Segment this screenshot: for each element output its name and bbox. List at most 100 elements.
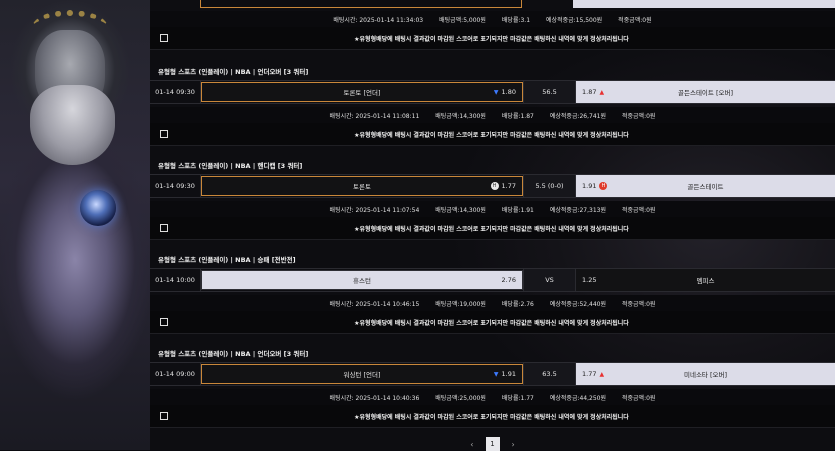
bet-odds: 배당률:1.87	[501, 112, 534, 120]
away-selection[interactable]: 1.87 ▲ 골든스테이트 [오버]	[576, 81, 835, 103]
home-selection[interactable]: 토론토 [언더] ▼ 1.80	[201, 82, 523, 102]
bet-info-row: 배팅시간: 2025-01-14 10:40:36 배팅금액:25,000원 배…	[150, 389, 835, 405]
away-odds: 1.25	[582, 276, 597, 284]
game-time: 01-14 09:30	[150, 81, 201, 103]
bet-amount: 배팅금액:25,000원	[435, 394, 486, 402]
away-odds: 1.77	[582, 370, 597, 378]
notice-row: ★유형형배당에 배팅시 결과값이 마감된 스코어로 표기되지만 마감값은 배팅하…	[150, 217, 835, 240]
home-odds: 1.77	[501, 182, 516, 190]
select-checkbox[interactable]	[160, 318, 168, 326]
home-team: 워싱턴 [언더]	[343, 371, 381, 379]
away-selection[interactable]: 1.91 H 골든스테이트	[576, 175, 835, 197]
home-selection[interactable]: 토론토 H 1.77	[201, 176, 523, 196]
home-selection[interactable]: 워싱턴 [언더] ▼ 1.91	[201, 364, 523, 384]
handicap-value: 5.5 (0-0)	[523, 175, 576, 197]
next-page-icon[interactable]: ›	[512, 440, 515, 449]
game-time: 01-14 09:30	[150, 175, 201, 197]
prev-page-icon[interactable]: ‹	[470, 440, 473, 449]
notice-text: ★유형형배당에 배팅시 결과값이 마감된 스코어로 표기되지만 마감값은 배팅하…	[354, 413, 629, 421]
select-checkbox[interactable]	[160, 34, 168, 42]
handicap-value: 56.5	[523, 81, 576, 103]
versus-label: VS	[523, 269, 576, 291]
away-selection[interactable]: 1.77 ▲ 미네소타 [오버]	[576, 363, 835, 385]
handicap-badge-icon: H	[599, 182, 608, 190]
notice-text: ★유형형배당에 배팅시 결과값이 마감된 스코어로 표기되지만 마감값은 배팅하…	[354, 225, 629, 233]
game-row: 01-14 09:00 워싱턴 [언더] ▼ 1.91 63.5 1.77 ▲ 미네…	[150, 362, 835, 386]
notice-text: ★유형형배당에 배팅시 결과값이 마감된 스코어로 표기되지만 마감값은 배팅하…	[354, 131, 629, 139]
away-team: 멤피스	[696, 277, 715, 285]
home-team: 토론토	[353, 183, 371, 191]
home-team: 토론토 [언더]	[343, 89, 381, 97]
pagination: ‹ 1 ›	[150, 437, 835, 451]
home-odds: 1.80	[501, 88, 516, 96]
bet-header: 유형형 스포츠 (인플레이) | NBA | 언더오버 [3 쿼터]	[158, 68, 309, 76]
background-artwork	[0, 0, 150, 450]
bet-time: 배팅시간: 2025-01-14 10:46:15	[329, 300, 420, 308]
home-odds: 1.91	[501, 370, 516, 378]
bet-time: 배팅시간: 2025-01-14 11:34:03	[333, 16, 424, 24]
away-selection[interactable]: 1.25 멤피스	[576, 269, 835, 291]
bet-entry: 유형형 스포츠 (인플레이) | NBA | 핸디캡 [3 쿼터] 01-14 …	[150, 158, 835, 240]
handicap-badge-icon: H	[490, 182, 499, 190]
won-amount: 적중금액:0원	[622, 112, 656, 120]
game-row: 01-14 09:30 토론토 [언더] ▼ 1.80 56.5 1.87 ▲ 골든…	[150, 80, 835, 104]
select-checkbox[interactable]	[160, 130, 168, 138]
bet-info-row: 배팅시간: 2025-01-14 11:34:03 배팅금액:5,000원 배당…	[150, 11, 835, 27]
expected-payout: 예상적중금:52,440원	[549, 300, 606, 308]
bet-info-row: 배팅시간: 2025-01-14 11:08:11 배팅금액:14,300원 배…	[150, 107, 835, 123]
arrow-down-icon: ▼	[493, 370, 499, 378]
away-odds: 1.87	[582, 88, 597, 96]
away-team: 골든스테이트 [오버]	[678, 89, 733, 97]
home-selection[interactable]: 휴스턴 2.76	[201, 270, 523, 290]
expected-payout: 예상적중금:44,250원	[549, 394, 606, 402]
bet-amount: 배팅금액:14,300원	[435, 112, 486, 120]
expected-payout: 예상적중금:15,500원	[546, 16, 603, 24]
bet-odds: 배당률:1.77	[501, 394, 534, 402]
arrow-down-icon: ▼	[493, 88, 499, 96]
bet-entry: 유형형 스포츠 (인플레이) | NBA | 언더오버 [3 쿼터] 01-14…	[150, 346, 835, 428]
won-amount: 적중금액:0원	[618, 16, 652, 24]
game-row: 01-14 09:30 토론토 H 1.77 5.5 (0-0) 1.91 H 골든…	[150, 174, 835, 198]
expected-payout: 예상적중금:26,741원	[549, 112, 606, 120]
bet-time: 배팅시간: 2025-01-14 10:40:36	[329, 394, 420, 402]
home-odds: 2.76	[501, 276, 516, 284]
bet-header: 유형형 스포츠 (인플레이) | NBA | 언더오버 [3 쿼터]	[158, 350, 309, 358]
bet-time: 배팅시간: 2025-01-14 11:08:11	[329, 112, 420, 120]
bet-header: 유형형 스포츠 (인플레이) | NBA | 핸디캡 [3 쿼터]	[158, 162, 303, 170]
notice-text: ★유형형배당에 배팅시 결과값이 마감된 스코어로 표기되지만 마감값은 배팅하…	[354, 35, 629, 43]
select-checkbox[interactable]	[160, 412, 168, 420]
bet-history-list: 배팅시간: 2025-01-14 11:34:03 배팅금액:5,000원 배당…	[150, 0, 835, 451]
bet-odds: 배당률:1.91	[501, 206, 534, 214]
bet-header: 유형형 스포츠 (인플레이) | NBA | 승패 [전반전]	[158, 256, 296, 264]
bet-info-row: 배팅시간: 2025-01-14 10:46:15 배팅금액:19,000원 배…	[150, 295, 835, 311]
bet-entry: 유형형 스포츠 (인플레이) | NBA | 승패 [전반전] 01-14 10…	[150, 252, 835, 334]
notice-row: ★유형형배당에 배팅시 결과값이 마감된 스코어로 표기되지만 마감값은 배팅하…	[150, 27, 835, 50]
bet-amount: 배팅금액:5,000원	[439, 16, 486, 24]
bet-odds: 배당률:3.1	[501, 16, 531, 24]
select-checkbox[interactable]	[160, 224, 168, 232]
won-amount: 적중금액:0원	[622, 206, 656, 214]
game-row: 01-14 10:00 휴스턴 2.76 VS 1.25 멤피스	[150, 268, 835, 292]
top-game-row-fragment	[150, 0, 835, 8]
away-odds: 1.91	[582, 182, 597, 190]
won-amount: 적중금액:0원	[622, 300, 656, 308]
arrow-up-icon: ▲	[599, 88, 605, 96]
bet-entry-top: 배팅시간: 2025-01-14 11:34:03 배팅금액:5,000원 배당…	[150, 0, 835, 50]
orb-art	[80, 190, 116, 226]
notice-row: ★유형형배당에 배팅시 결과값이 마감된 스코어로 표기되지만 마감값은 배팅하…	[150, 123, 835, 146]
notice-row: ★유형형배당에 배팅시 결과값이 마감된 스코어로 표기되지만 마감값은 배팅하…	[150, 311, 835, 334]
away-team: 골든스테이트	[687, 183, 724, 191]
expected-payout: 예상적중금:27,313원	[549, 206, 606, 214]
arrow-up-icon: ▲	[599, 370, 605, 378]
bet-amount: 배팅금액:19,000원	[435, 300, 486, 308]
away-team: 미네소타 [오버]	[683, 371, 728, 379]
bet-info-row: 배팅시간: 2025-01-14 11:07:54 배팅금액:14,300원 배…	[150, 201, 835, 217]
notice-text: ★유형형배당에 배팅시 결과값이 마감된 스코어로 표기되지만 마감값은 배팅하…	[354, 319, 629, 327]
bet-amount: 배팅금액:14,300원	[435, 206, 486, 214]
zeus-beard-art	[30, 85, 115, 165]
game-time: 01-14 10:00	[150, 269, 201, 291]
home-team: 휴스턴	[353, 277, 371, 285]
current-page-button[interactable]: 1	[485, 437, 500, 451]
bet-odds: 배당률:2.76	[501, 300, 534, 308]
bet-time: 배팅시간: 2025-01-14 11:07:54	[329, 206, 420, 214]
